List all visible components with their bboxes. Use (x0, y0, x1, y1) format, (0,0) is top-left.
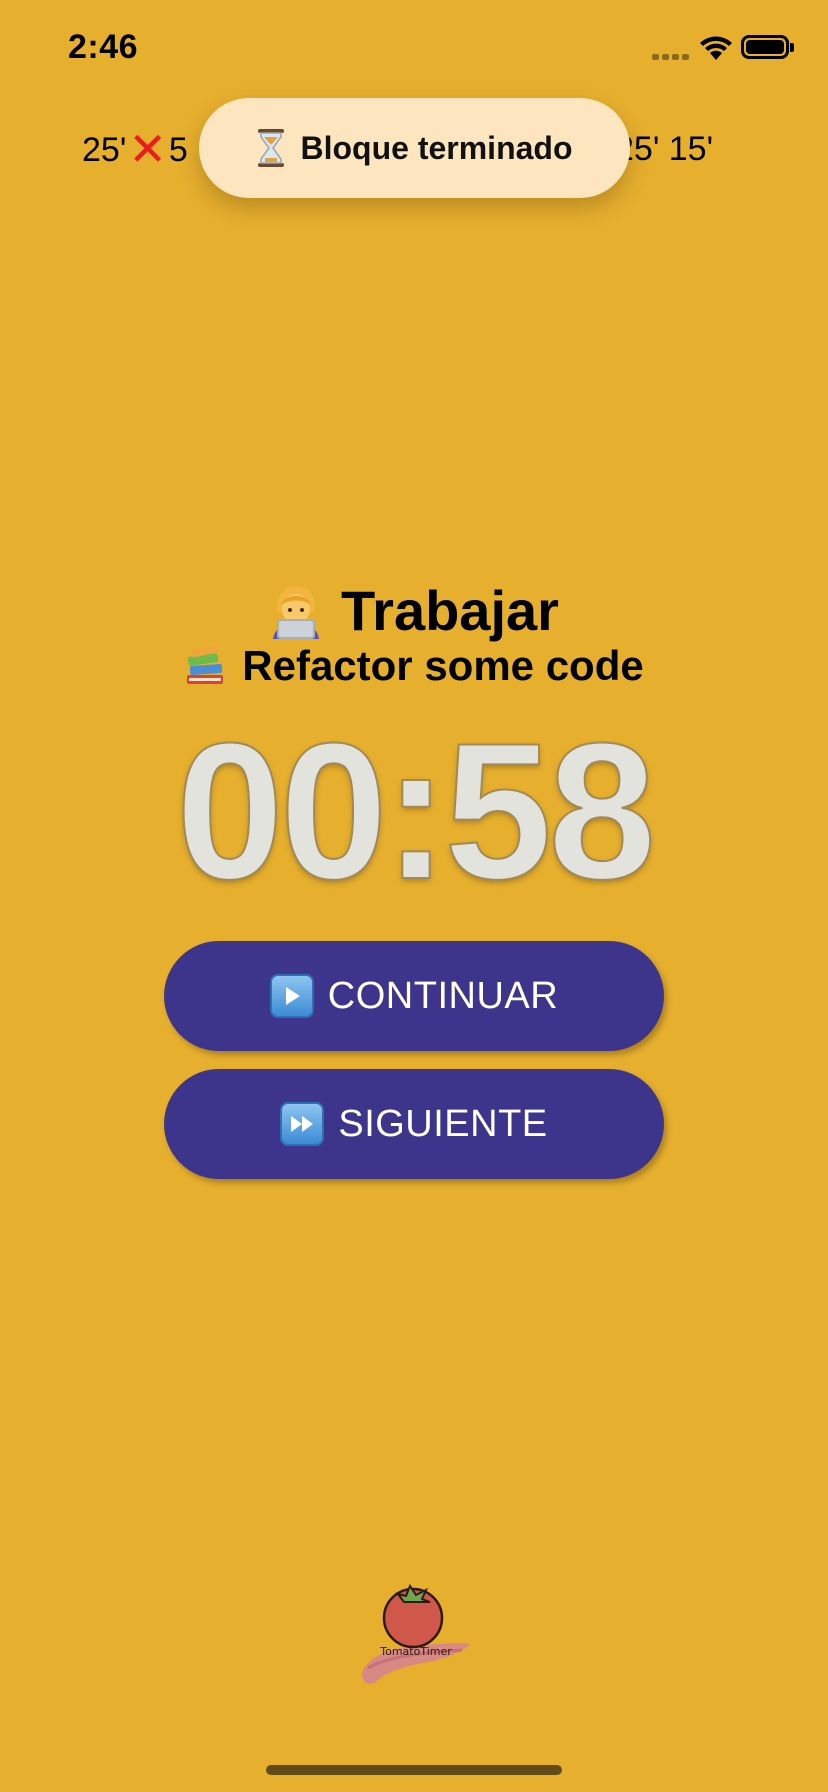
woman-technologist-icon (273, 585, 320, 639)
continue-button-label: CONTINUAR (327, 974, 559, 1017)
history-duration: 25' (82, 131, 127, 169)
fast-forward-icon (280, 1102, 325, 1146)
home-indicator[interactable] (266, 1765, 562, 1775)
books-icon (187, 645, 224, 684)
status-bar: 2:46 (0, 0, 828, 100)
cellular-signal-icon (652, 54, 689, 60)
play-icon (269, 974, 314, 1018)
task-title: Trabajar (341, 579, 559, 642)
battery-cap (790, 43, 794, 52)
svg-text:TomatoTimer: TomatoTimer (379, 1645, 452, 1658)
countdown-timer: 00:58 (175, 703, 657, 920)
task-description: Refactor some code (0, 642, 828, 690)
toast-label: Bloque terminado (300, 129, 573, 166)
session-history-left: 25'✕5 (82, 124, 188, 175)
task-category: Trabajar (0, 578, 828, 643)
continue-button[interactable]: CONTINUAR (164, 941, 664, 1051)
tomato-timer-logo: TomatoTimer (362, 1583, 470, 1684)
battery-icon (741, 35, 789, 59)
notification-toast[interactable]: Bloque terminado (199, 98, 630, 198)
history-duration-partial: 5 (168, 131, 188, 169)
status-time: 2:46 (68, 28, 139, 66)
cross-mark-icon: ✕ (128, 123, 167, 175)
task-subtitle: Refactor some code (242, 642, 644, 689)
next-button[interactable]: SIGUIENTE (164, 1069, 664, 1179)
hourglass-icon (258, 129, 285, 167)
wifi-icon (700, 36, 732, 60)
next-button-label: SIGUIENTE (338, 1102, 548, 1145)
